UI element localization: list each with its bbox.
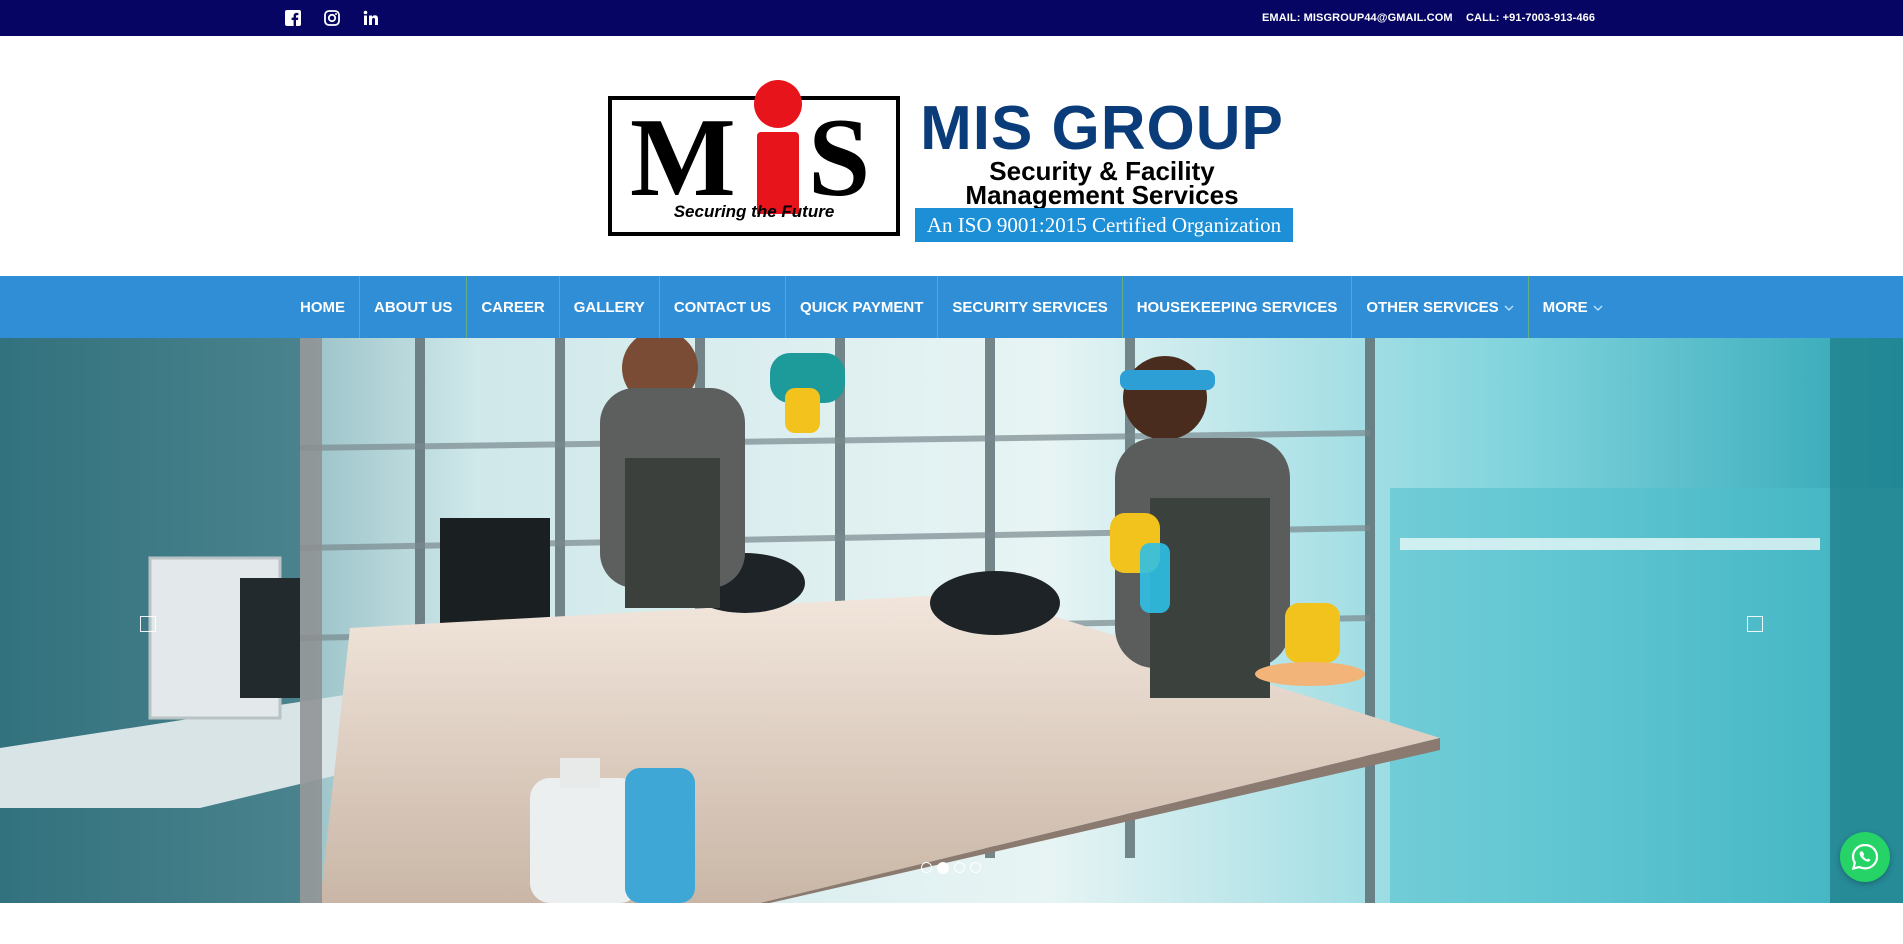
site-header: M S Securing the Future MIS GROUP Securi… <box>0 36 1903 276</box>
hero-slider <box>0 338 1903 903</box>
nav-item-label: CAREER <box>481 298 545 316</box>
nav-item-more[interactable]: MORE <box>1529 276 1617 338</box>
logo-title: MIS GROUP <box>920 94 1284 163</box>
nav-item-label: CONTACT US <box>673 298 772 316</box>
nav-item-label: QUICK PAYMENT <box>800 298 924 316</box>
nav-item-other-services[interactable]: OTHER SERVICES <box>1352 276 1529 338</box>
main-nav: HOME ABOUT US CAREER GALLERY CONTACT US … <box>0 276 1903 338</box>
facebook-icon[interactable] <box>285 0 301 36</box>
slider-dot-2[interactable] <box>937 862 949 874</box>
logo-tagline: Securing the Future <box>673 202 835 221</box>
nav-item-label: HOME <box>300 298 345 316</box>
logo-i-dot <box>754 80 802 128</box>
nav-item-label: GALLERY <box>573 298 645 316</box>
slider-prev-button[interactable] <box>140 616 156 632</box>
slider-dot-1[interactable] <box>921 862 932 873</box>
nav-item-contact-us[interactable]: CONTACT US <box>660 276 787 338</box>
top-bar: EMAIL: MISGROUP44@GMAIL.COM CALL: +91-70… <box>0 0 1903 36</box>
nav-item-label: OTHER SERVICES <box>1366 298 1499 316</box>
nav-item-gallery[interactable]: GALLERY <box>560 276 660 338</box>
chevron-down-icon <box>1593 299 1603 316</box>
logo-letter-s: S <box>808 96 871 220</box>
nav-item-label: ABOUT US <box>374 298 453 316</box>
slider-next-button[interactable] <box>1747 616 1763 632</box>
slider-dot-4[interactable] <box>970 862 981 873</box>
logo-mark: M S Securing the Future <box>608 80 900 236</box>
linkedin-icon[interactable] <box>363 0 379 36</box>
slider-pagination <box>921 862 981 874</box>
phone-contact[interactable]: CALL: +91-7003-913-466 <box>1466 0 1595 36</box>
email-contact[interactable]: EMAIL: MISGROUP44@GMAIL.COM <box>1262 0 1453 36</box>
nav-item-label: SECURITY SERVICES <box>952 298 1108 316</box>
chevron-down-icon <box>1504 299 1514 316</box>
page-content-start <box>0 903 1903 944</box>
nav-item-housekeeping-services[interactable]: HOUSEKEEPING SERVICES <box>1123 276 1353 338</box>
site-logo[interactable]: M S Securing the Future MIS GROUP Securi… <box>608 76 1294 276</box>
nav-item-home[interactable]: HOME <box>286 276 360 338</box>
nav-item-career[interactable]: CAREER <box>467 276 560 338</box>
nav-item-quick-payment[interactable]: QUICK PAYMENT <box>786 276 939 338</box>
logo-letter-m: M <box>630 96 736 220</box>
nav-item-label: HOUSEKEEPING SERVICES <box>1136 298 1338 316</box>
nav-item-label: MORE <box>1542 298 1588 316</box>
iso-badge: An ISO 9001:2015 Certified Organization <box>915 208 1293 242</box>
whatsapp-icon[interactable] <box>1840 832 1890 882</box>
logo-subtitle-line2: Management Services <box>965 180 1239 210</box>
nav-item-security-services[interactable]: SECURITY SERVICES <box>938 276 1123 338</box>
hero-image <box>0 338 1903 903</box>
slider-dot-3[interactable] <box>954 862 965 873</box>
instagram-icon[interactable] <box>324 0 340 36</box>
nav-item-about-us[interactable]: ABOUT US <box>360 276 468 338</box>
